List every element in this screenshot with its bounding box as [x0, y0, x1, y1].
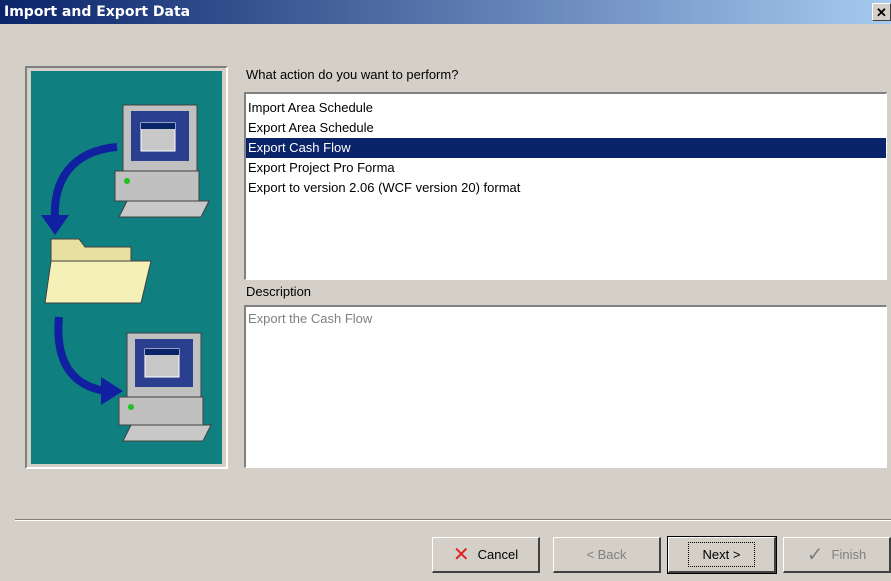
cancel-label: Cancel: [477, 547, 519, 562]
next-button[interactable]: Next >: [667, 536, 777, 574]
computer-icon: [118, 332, 212, 442]
divider: [15, 519, 891, 521]
next-label: Next >: [687, 542, 756, 567]
list-item[interactable]: Export Area Schedule: [246, 118, 886, 138]
list-item[interactable]: Export Cash Flow: [246, 138, 886, 158]
list-item[interactable]: Export to version 2.06 (WCF version 20) …: [246, 178, 886, 198]
description-label: Description: [246, 284, 312, 299]
curved-arrow-icon: [50, 143, 118, 220]
list-item[interactable]: Export Project Pro Forma: [246, 158, 886, 178]
list-item[interactable]: Import Area Schedule: [246, 98, 886, 118]
close-icon: ✕: [876, 4, 887, 20]
cancel-button[interactable]: ✕ Cancel: [432, 537, 540, 573]
red-x-icon: ✕: [452, 543, 470, 566]
back-label: < Back: [586, 547, 627, 562]
action-prompt: What action do you want to perform?: [246, 67, 459, 82]
finish-label: Finish: [831, 547, 867, 562]
wizard-illustration: [25, 66, 228, 469]
illustration-art: [41, 104, 212, 442]
close-button[interactable]: ✕: [872, 3, 891, 21]
finish-button[interactable]: ✓ Finish: [783, 537, 891, 573]
action-list[interactable]: Import Area Schedule Export Area Schedul…: [244, 92, 887, 280]
description-text: Export the Cash Flow: [248, 311, 373, 326]
window-title: Import and Export Data: [4, 4, 191, 20]
checkmark-icon: ✓: [806, 543, 824, 566]
title-bar: Import and Export Data ✕: [0, 0, 891, 24]
computer-icon: [114, 104, 210, 218]
folder-icon: [44, 238, 152, 304]
back-button[interactable]: < Back: [553, 537, 661, 573]
description-box: Export the Cash Flow: [244, 305, 887, 468]
curved-arrow-icon: [54, 316, 106, 395]
